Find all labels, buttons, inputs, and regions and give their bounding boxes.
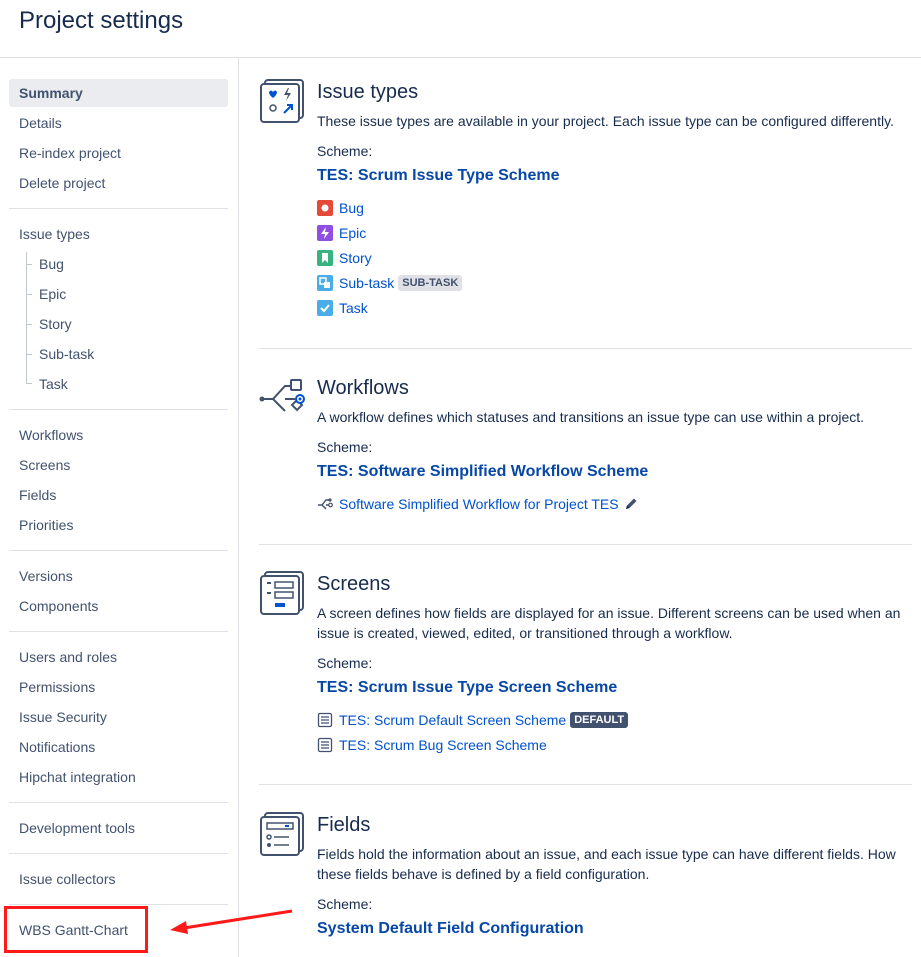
annotation-highlight-box bbox=[4, 906, 148, 953]
fields-scheme-label: Scheme: bbox=[317, 896, 373, 912]
issue-types-title: Issue types bbox=[317, 81, 419, 103]
issue-type-row-story: Story bbox=[317, 245, 912, 270]
issue-type-sub-task-link[interactable]: Sub-task bbox=[339, 275, 394, 291]
default-badge: DEFAULT bbox=[570, 711, 629, 728]
annotation-arrow-icon bbox=[170, 909, 293, 934]
issue-type-row-epic: Epic bbox=[317, 220, 912, 245]
fields-description: Fields hold the information about an iss… bbox=[317, 846, 896, 882]
issue-type-row-bug: Bug bbox=[317, 195, 912, 220]
sidebar-item-permissions[interactable]: Permissions bbox=[9, 673, 228, 701]
sidebar-divider bbox=[9, 208, 228, 209]
workflow-link[interactable]: Software Simplified Workflow for Project… bbox=[339, 496, 619, 512]
sidebar-item-task[interactable]: Task bbox=[9, 370, 228, 398]
sidebar-item-components[interactable]: Components bbox=[9, 592, 228, 620]
workflow-row: Software Simplified Workflow for Project… bbox=[317, 491, 912, 516]
sidebar-item-development-tools[interactable]: Development tools bbox=[9, 814, 228, 842]
sidebar-item-issue-types[interactable]: Issue types bbox=[9, 220, 228, 248]
sidebar-item-notifications[interactable]: Notifications bbox=[9, 733, 228, 761]
page-title: Project settings bbox=[19, 7, 184, 34]
screen-scheme-row: TES: Scrum Bug Screen Scheme bbox=[317, 732, 912, 757]
sidebar-item-issue-collectors[interactable]: Issue collectors bbox=[9, 865, 228, 893]
sidebar-item-fields[interactable]: Fields bbox=[9, 481, 228, 509]
sidebar-divider bbox=[9, 853, 228, 854]
workflow-scheme-link[interactable]: TES: Software Simplified Workflow Scheme bbox=[317, 461, 912, 483]
screen-scheme-icon bbox=[317, 737, 333, 753]
issue-types-icon bbox=[259, 78, 305, 124]
page-header: Project settings bbox=[0, 0, 921, 58]
issue-type-scheme-link[interactable]: TES: Scrum Issue Type Scheme bbox=[317, 165, 912, 187]
issue-type-story-link[interactable]: Story bbox=[339, 250, 372, 266]
edit-pencil-icon[interactable] bbox=[624, 497, 638, 511]
screens-description: A screen defines how fields are displaye… bbox=[317, 605, 901, 641]
sidebar-item-hipchat-integration[interactable]: Hipchat integration bbox=[9, 763, 228, 791]
sidebar-item-story[interactable]: Story bbox=[9, 310, 228, 338]
sub-task-badge: SUB-TASK bbox=[398, 274, 463, 291]
task-icon bbox=[317, 299, 333, 316]
workflows-description: A workflow defines which statuses and tr… bbox=[317, 409, 865, 425]
screen-scheme-bug-link[interactable]: TES: Scrum Bug Screen Scheme bbox=[339, 737, 547, 753]
sidebar-item-details[interactable]: Details bbox=[9, 109, 228, 137]
workflows-scheme-label: Scheme: bbox=[317, 439, 373, 455]
sidebar-divider bbox=[9, 550, 228, 551]
screen-scheme-default-link[interactable]: TES: Scrum Default Screen Scheme bbox=[339, 712, 566, 728]
fields-icon bbox=[259, 811, 305, 857]
fields-title: Fields bbox=[317, 814, 371, 836]
issue-type-row-task: Task bbox=[317, 295, 912, 320]
sidebar-item-bug[interactable]: Bug bbox=[9, 250, 228, 278]
workflow-icon bbox=[259, 374, 305, 420]
section-divider bbox=[259, 784, 912, 785]
sidebar-item-screens[interactable]: Screens bbox=[9, 451, 228, 479]
issue-types-scheme-label: Scheme: bbox=[317, 143, 373, 159]
workflow-list: Software Simplified Workflow for Project… bbox=[317, 491, 912, 516]
sidebar-item-issue-security[interactable]: Issue Security bbox=[9, 703, 228, 731]
screens-scheme-label: Scheme: bbox=[317, 655, 373, 671]
issue-type-task-link[interactable]: Task bbox=[339, 300, 368, 316]
sidebar-item-sub-task[interactable]: Sub-task bbox=[9, 340, 228, 368]
issue-type-bug-link[interactable]: Bug bbox=[339, 200, 364, 216]
issue-types-description: These issue types are available in your … bbox=[317, 113, 894, 129]
screen-scheme-link[interactable]: TES: Scrum Issue Type Screen Scheme bbox=[317, 677, 912, 699]
sidebar-divider bbox=[9, 802, 228, 803]
epic-icon bbox=[317, 224, 333, 241]
issue-type-epic-link[interactable]: Epic bbox=[339, 225, 366, 241]
sidebar-item-summary[interactable]: Summary bbox=[9, 79, 228, 107]
section-divider bbox=[259, 544, 912, 545]
screens-icon bbox=[259, 570, 305, 616]
sidebar-item-versions[interactable]: Versions bbox=[9, 562, 228, 590]
sidebar: Summary Details Re-index project Delete … bbox=[0, 58, 239, 957]
screens-title: Screens bbox=[317, 573, 391, 595]
workflow-small-icon bbox=[317, 496, 333, 512]
section-divider bbox=[259, 348, 912, 349]
sidebar-item-users-and-roles[interactable]: Users and roles bbox=[9, 643, 228, 671]
sidebar-item-delete-project[interactable]: Delete project bbox=[9, 169, 228, 197]
sidebar-item-reindex-project[interactable]: Re-index project bbox=[9, 139, 228, 167]
screen-scheme-icon bbox=[317, 712, 333, 728]
field-configuration-link[interactable]: System Default Field Configuration bbox=[317, 918, 912, 940]
screen-scheme-row: TES: Scrum Default Screen Scheme DEFAULT bbox=[317, 707, 912, 732]
bug-icon bbox=[317, 199, 333, 216]
issue-type-row-sub-task: Sub-task SUB-TASK bbox=[317, 270, 912, 295]
screen-scheme-list: TES: Scrum Default Screen Scheme DEFAULT… bbox=[317, 707, 912, 757]
sidebar-item-workflows[interactable]: Workflows bbox=[9, 421, 228, 449]
sidebar-divider bbox=[9, 631, 228, 632]
sidebar-item-priorities[interactable]: Priorities bbox=[9, 511, 228, 539]
subtask-icon bbox=[317, 274, 333, 291]
workflows-title: Workflows bbox=[317, 377, 409, 399]
issue-type-list: Bug Epic Story Sub-task SUB-TASK Task bbox=[317, 195, 912, 320]
story-icon bbox=[317, 249, 333, 266]
sidebar-item-epic[interactable]: Epic bbox=[9, 280, 228, 308]
sidebar-divider bbox=[9, 409, 228, 410]
